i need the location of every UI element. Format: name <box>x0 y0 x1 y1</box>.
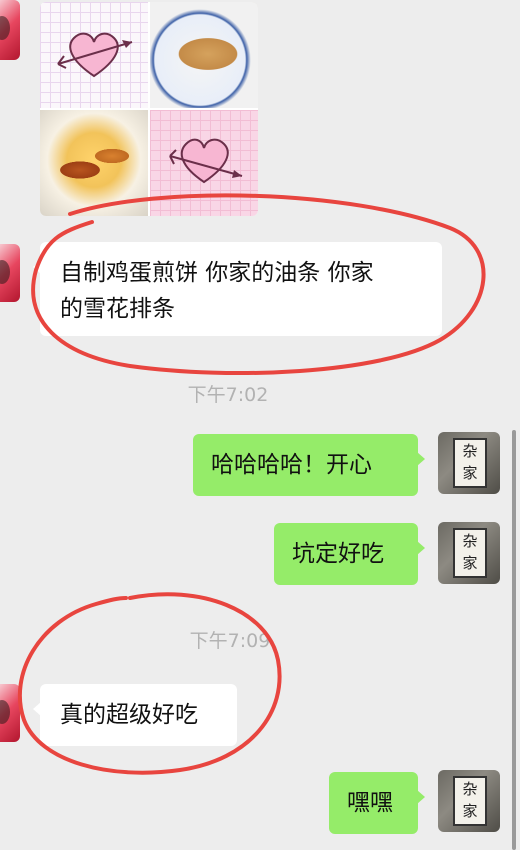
timestamp: 下午7:02 <box>187 384 269 406</box>
message-text: 真的超级好吃 <box>60 702 198 728</box>
message-text: 的雪花排条 <box>60 296 175 322</box>
heart-arrow-sticker <box>150 110 258 216</box>
message-bubble-received[interactable]: 自制鸡蛋煎饼 你家的油条 你家 的雪花排条 <box>33 242 442 336</box>
timestamp: 下午7:09 <box>189 630 271 652</box>
message-text: 自制鸡蛋煎饼 你家的油条 你家 <box>60 260 374 286</box>
contact-avatar[interactable] <box>0 244 20 302</box>
message-text: 嘿嘿 <box>347 790 393 816</box>
message-bubble-sent[interactable]: 嘿嘿 <box>329 772 425 834</box>
fried-dough-photo <box>40 110 148 216</box>
scrollbar[interactable] <box>512 430 516 850</box>
pancake-photo <box>150 2 258 108</box>
message-bubble-sent[interactable]: 哈哈哈哈！开心 <box>193 434 425 496</box>
contact-avatar[interactable] <box>0 0 20 60</box>
user-avatar[interactable]: 杂家 <box>438 522 500 584</box>
heart-arrow-icon <box>57 32 133 78</box>
user-avatar[interactable]: 杂家 <box>438 770 500 832</box>
image-message[interactable] <box>40 2 258 216</box>
contact-avatar[interactable] <box>0 684 20 742</box>
user-avatar[interactable]: 杂家 <box>438 432 500 494</box>
message-text: 坑定好吃 <box>292 541 384 567</box>
heart-arrow-sticker <box>40 2 148 108</box>
message-bubble-sent[interactable]: 坑定好吃 <box>274 523 425 585</box>
message-bubble-received[interactable]: 真的超级好吃 <box>33 684 237 746</box>
message-text: 哈哈哈哈！开心 <box>211 452 372 478</box>
avatar-sign: 杂家 <box>453 438 487 488</box>
avatar-sign: 杂家 <box>453 776 487 826</box>
avatar-sign: 杂家 <box>453 528 487 578</box>
heart-arrow-icon <box>169 138 243 184</box>
